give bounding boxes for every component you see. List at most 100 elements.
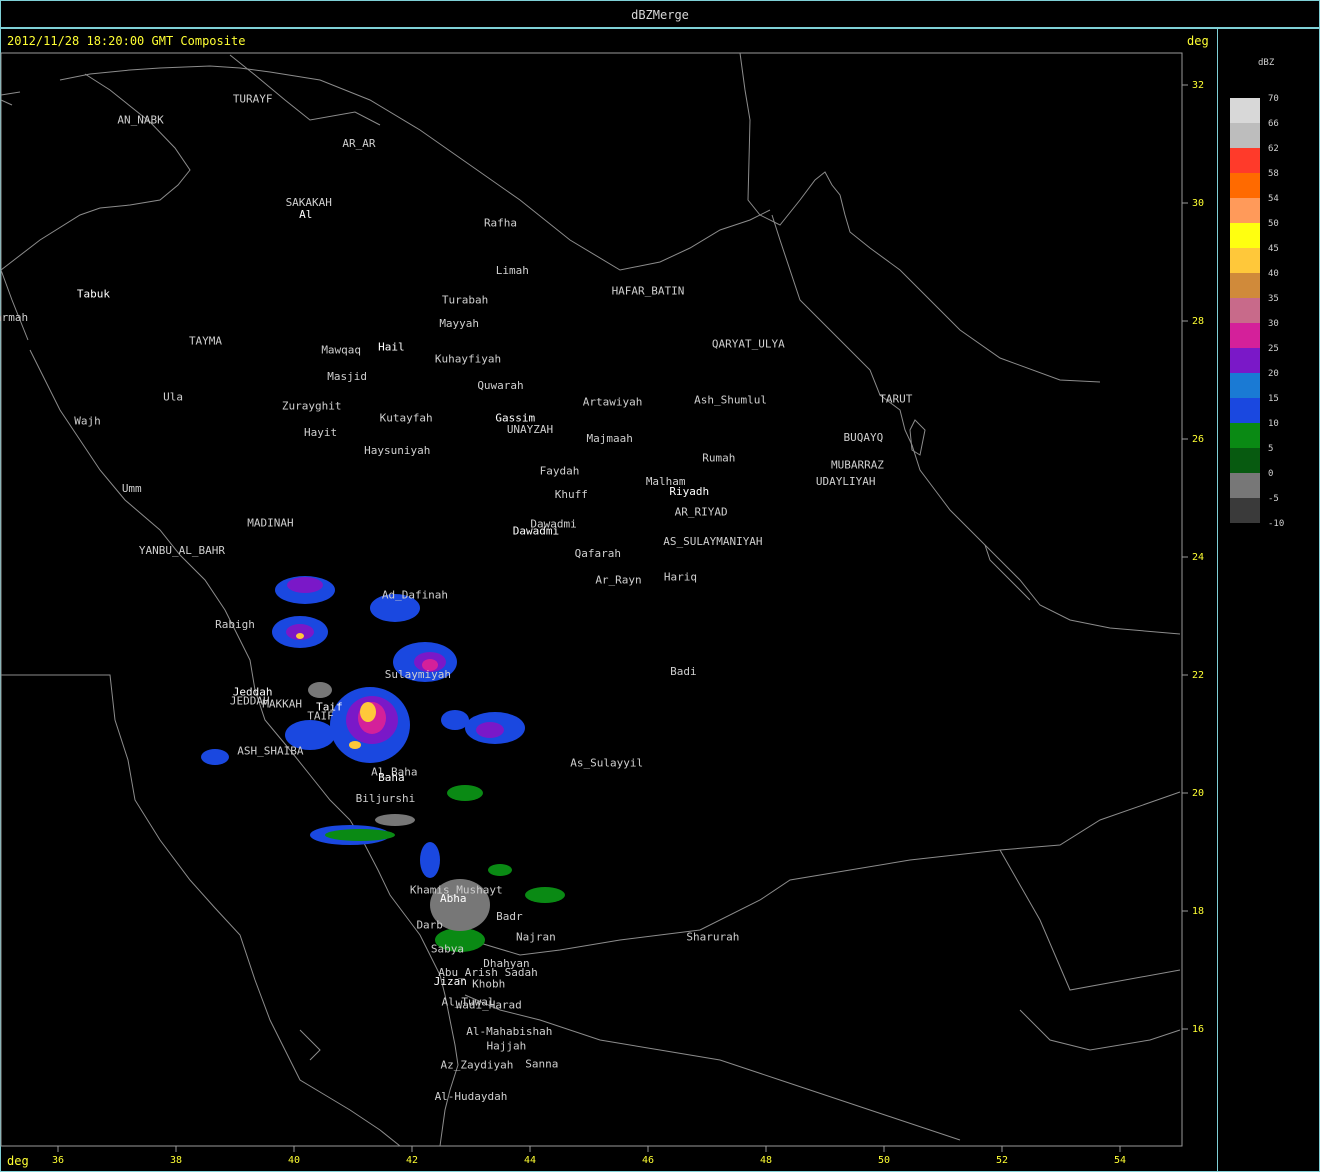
place-label: Tabuk xyxy=(77,287,110,300)
place-label: Rumah xyxy=(702,451,735,464)
x-tick-label: 48 xyxy=(760,1155,772,1166)
legend-swatch xyxy=(1230,273,1260,298)
place-label: Turabah xyxy=(442,293,488,306)
x-tick-label: 36 xyxy=(52,1155,64,1166)
y-tick-label: 30 xyxy=(1192,198,1204,209)
legend-swatch xyxy=(1230,423,1260,448)
legend-swatch xyxy=(1230,123,1260,148)
place-label: AR_RIYAD xyxy=(675,506,728,519)
place-label: MUBARRAZ xyxy=(831,459,884,472)
place-label: Al xyxy=(299,208,312,221)
place-label: Badi xyxy=(670,665,697,678)
place-label: Az_Zaydiyah xyxy=(440,1059,513,1072)
x-axis-tick-labels: 36 38 40 42 44 46 48 50 52 54 xyxy=(52,1155,1126,1166)
legend-label: -5 xyxy=(1268,494,1279,504)
x-tick-label: 44 xyxy=(524,1155,536,1166)
legend-label: 50 xyxy=(1268,219,1279,229)
legend-label: 58 xyxy=(1268,169,1279,179)
legend-label: 15 xyxy=(1268,394,1279,404)
place-label: AS_SULAYMANIYAH xyxy=(663,535,762,548)
x-tick-label: 52 xyxy=(996,1155,1008,1166)
map-frame xyxy=(0,52,1183,1147)
legend-swatch xyxy=(1230,323,1260,348)
place-label: AN_NABK xyxy=(117,113,164,126)
place-label: Quwarah xyxy=(477,379,523,392)
place-labels: TURAYFAN_NABKAR_ARSAKAKAHAlRafhaLimahTab… xyxy=(0,93,913,1103)
y-tick-label: 26 xyxy=(1192,434,1204,445)
place-label: Al-Hudaydah xyxy=(435,1090,508,1103)
place-label: Sadah xyxy=(505,966,538,979)
place-label: Biljurshi xyxy=(356,792,416,805)
place-label: Kutayfah xyxy=(380,411,433,424)
legend-label: 66 xyxy=(1268,119,1279,129)
legend-label: 30 xyxy=(1268,319,1279,329)
place-label: Rabigh xyxy=(215,618,255,631)
place-label: Dawadmi xyxy=(513,525,559,538)
place-label: Sharurah xyxy=(686,931,739,944)
place-label: TURAYF xyxy=(233,93,273,106)
place-label: Artawiyah xyxy=(583,395,643,408)
legend-label: 70 xyxy=(1268,94,1279,104)
place-label: Ar_Rayn xyxy=(595,574,641,587)
legend-label: 62 xyxy=(1268,144,1279,154)
y-tick-label: 20 xyxy=(1192,788,1204,799)
place-label: Qafarah xyxy=(575,547,621,560)
place-label: Khuff xyxy=(555,488,588,501)
legend-label: 54 xyxy=(1268,194,1279,204)
place-label: Khobh xyxy=(472,978,505,991)
x-tick-label: 38 xyxy=(170,1155,182,1166)
place-label: Riyadh xyxy=(669,485,709,498)
place-label: Badr xyxy=(496,910,523,923)
y-tick-label: 24 xyxy=(1192,552,1204,563)
place-label: Wadi_Harad xyxy=(456,998,522,1011)
place-label: Haysuniyah xyxy=(364,444,430,457)
place-label: Wajh xyxy=(74,414,101,427)
legend-swatch xyxy=(1230,173,1260,198)
place-label: BUQAYQ xyxy=(843,431,883,444)
radar-map[interactable]: 36 38 40 42 44 46 48 50 52 54 323028262422201816 … xyxy=(0,0,1320,1172)
place-label: Umm xyxy=(122,482,142,495)
x-tick-label: 50 xyxy=(878,1155,890,1166)
legend-swatch xyxy=(1230,223,1260,248)
place-label: Al-Mahabishah xyxy=(466,1025,552,1038)
place-label: Zurayghit xyxy=(282,400,342,413)
x-tick-label: 46 xyxy=(642,1155,654,1166)
place-label: ASH_SHAIBA xyxy=(237,745,304,758)
legend-label: 20 xyxy=(1268,369,1279,379)
place-label: YANBU_AL_BAHR xyxy=(139,544,225,557)
legend-title: dBZ xyxy=(1258,58,1275,68)
lon-unit-label: deg xyxy=(7,1154,29,1168)
legend-swatch xyxy=(1230,398,1260,423)
place-label: Hayit xyxy=(304,426,337,439)
y-tick-label: 18 xyxy=(1192,906,1204,917)
place-label: Hajjah xyxy=(487,1040,527,1053)
place-label: Sulaymiyah xyxy=(385,668,451,681)
place-label: Ad_Dafinah xyxy=(382,588,448,601)
place-label: As_Sulayyil xyxy=(570,756,643,769)
place-label: UNAYZAH xyxy=(507,423,553,436)
y-tick-label: 28 xyxy=(1192,316,1204,327)
place-label: Sabya xyxy=(431,942,464,955)
legend-swatch xyxy=(1230,198,1260,223)
place-label: Abha xyxy=(440,892,467,905)
legend-swatch xyxy=(1230,298,1260,323)
place-label: Sharmah xyxy=(0,311,28,324)
legend-label: 5 xyxy=(1268,444,1274,454)
place-label: UDAYLIYAH xyxy=(816,475,876,488)
legend-swatch xyxy=(1230,498,1260,523)
place-label: Mayyah xyxy=(439,317,479,330)
place-label: QARYAT_ULYA xyxy=(712,338,785,351)
y-tick-label: 22 xyxy=(1192,670,1204,681)
legend-swatch xyxy=(1230,348,1260,373)
legend-swatch xyxy=(1230,448,1260,473)
legend-label: 45 xyxy=(1268,244,1279,254)
legend-swatch xyxy=(1230,98,1260,123)
y-axis-tick-labels: 32 30 28 26 24 22 20 18 16 xyxy=(1192,80,1204,1035)
coastline-borders xyxy=(0,52,1181,1147)
y-tick-label: 32 xyxy=(1192,80,1204,91)
place-label: MAKKAH xyxy=(262,697,302,710)
legend-label: 25 xyxy=(1268,344,1279,354)
place-label: Majmaah xyxy=(586,432,632,445)
legend-label: 10 xyxy=(1268,419,1279,429)
place-label: Ash_Shumlul xyxy=(694,394,767,407)
